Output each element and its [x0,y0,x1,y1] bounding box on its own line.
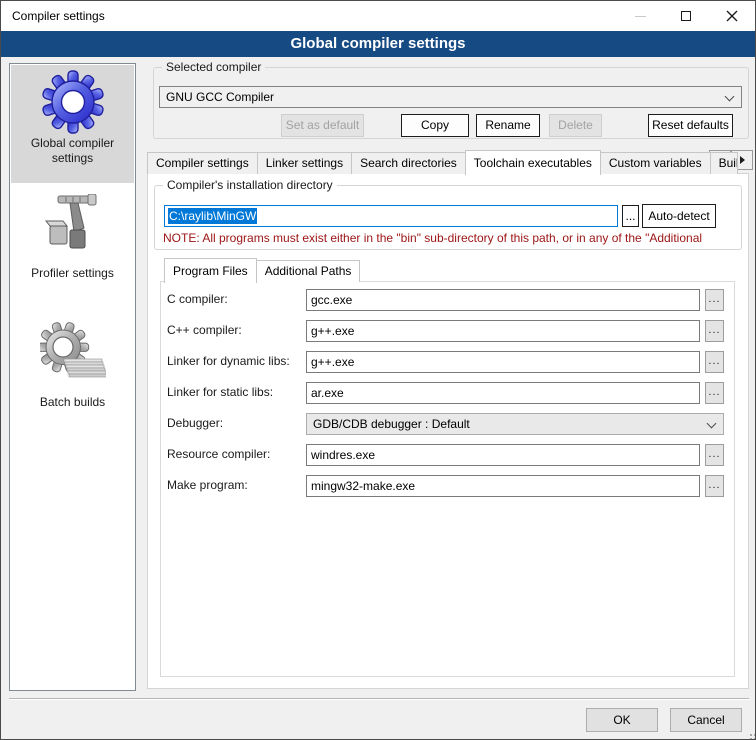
debugger-select[interactable]: GDB/CDB debugger : Default [306,413,724,435]
make-program-label: Make program: [167,478,248,492]
sidebar-item-batch-builds[interactable]: Batch builds [11,319,134,429]
sidebar-item-label: Profiler settings [11,264,134,281]
compiler-settings-dialog: Compiler settings Global compiler settin… [0,0,756,740]
make-program-input[interactable] [306,475,700,497]
settings-category-list: Global compiler settings Profiler settin… [9,63,136,691]
c-compiler-browse-button[interactable]: ... [705,289,724,311]
static-linker-label: Linker for static libs: [167,385,273,399]
tab-compiler-settings[interactable]: Compiler settings [147,152,258,174]
subtab-program-files[interactable]: Program Files [164,258,257,283]
page-title: Global compiler settings [1,31,755,57]
compiler-tabs: Compiler settings Linker settings Search… [147,151,738,174]
rename-button[interactable]: Rename [476,114,540,137]
set-as-default-button: Set as default [281,114,364,137]
close-button[interactable] [709,1,755,31]
minimize-button [617,1,663,31]
selected-compiler-dropdown[interactable]: GNU GCC Compiler [159,86,742,108]
reset-defaults-button[interactable]: Reset defaults [648,114,733,137]
cpp-compiler-browse-button[interactable]: ... [705,320,724,342]
browse-directory-button[interactable]: ... [622,205,639,227]
subtab-additional-paths[interactable]: Additional Paths [256,260,361,282]
make-program-browse-button[interactable]: ... [705,475,724,497]
resource-compiler-browse-button[interactable]: ... [705,444,724,466]
resource-compiler-label: Resource compiler: [167,447,270,461]
sidebar-item-profiler-settings[interactable]: Profiler settings [11,192,134,302]
sidebar-item-label: Global compiler settings [11,134,134,166]
copy-button[interactable]: Copy [401,114,469,137]
resource-compiler-input[interactable] [306,444,700,466]
gray-gear-stack-icon [40,321,106,393]
installation-directory-group-label: Compiler's installation directory [163,178,337,192]
debugger-label: Debugger: [167,416,223,430]
static-linker-input[interactable] [306,382,700,404]
selected-compiler-group-label: Selected compiler [162,60,265,74]
minimize-icon [635,16,646,17]
auto-detect-button[interactable]: Auto-detect [642,204,716,228]
close-icon [726,10,738,22]
tab-build-options[interactable]: Build [710,152,738,174]
blue-gear-icon [41,70,105,134]
chevron-down-icon [725,92,735,102]
dynamic-linker-browse-button[interactable]: ... [705,351,724,373]
selected-text: C:\raylib\MinGW [168,208,257,224]
arrow-right-icon [740,156,745,164]
tab-linker-settings[interactable]: Linker settings [257,152,352,174]
c-compiler-label: C compiler: [167,292,228,306]
tab-search-directories[interactable]: Search directories [351,152,466,174]
resize-grip[interactable] [750,734,752,736]
dynamic-linker-input[interactable] [306,351,700,373]
window-title: Compiler settings [12,9,105,23]
cancel-button[interactable]: Cancel [670,708,742,732]
tab-toolchain-executables[interactable]: Toolchain executables [465,150,601,175]
cpp-compiler-input[interactable] [306,320,700,342]
cpp-compiler-label: C++ compiler: [167,323,242,337]
sidebar-item-label: Batch builds [11,393,134,410]
c-compiler-input[interactable] [306,289,700,311]
dynamic-linker-label: Linker for dynamic libs: [167,354,290,368]
installation-directory-input[interactable]: C:\raylib\MinGW [164,205,618,227]
toolchain-subtabs: Program Files Additional Paths [164,259,360,282]
sidebar-item-global-compiler-settings[interactable]: Global compiler settings [11,65,134,183]
debugger-value: GDB/CDB debugger : Default [313,417,470,431]
footer-divider [9,698,749,700]
chevron-down-icon [707,419,717,429]
static-linker-browse-button[interactable]: ... [705,382,724,404]
maximize-button[interactable] [663,1,709,31]
maximize-icon [681,11,691,21]
caliper-icon [40,194,106,264]
titlebar: Compiler settings [1,1,755,31]
selected-compiler-value: GNU GCC Compiler [166,90,274,104]
tab-custom-variables[interactable]: Custom variables [600,152,711,174]
note-text: NOTE: All programs must exist either in … [163,231,719,245]
delete-button: Delete [549,114,602,137]
ok-button[interactable]: OK [586,708,658,732]
